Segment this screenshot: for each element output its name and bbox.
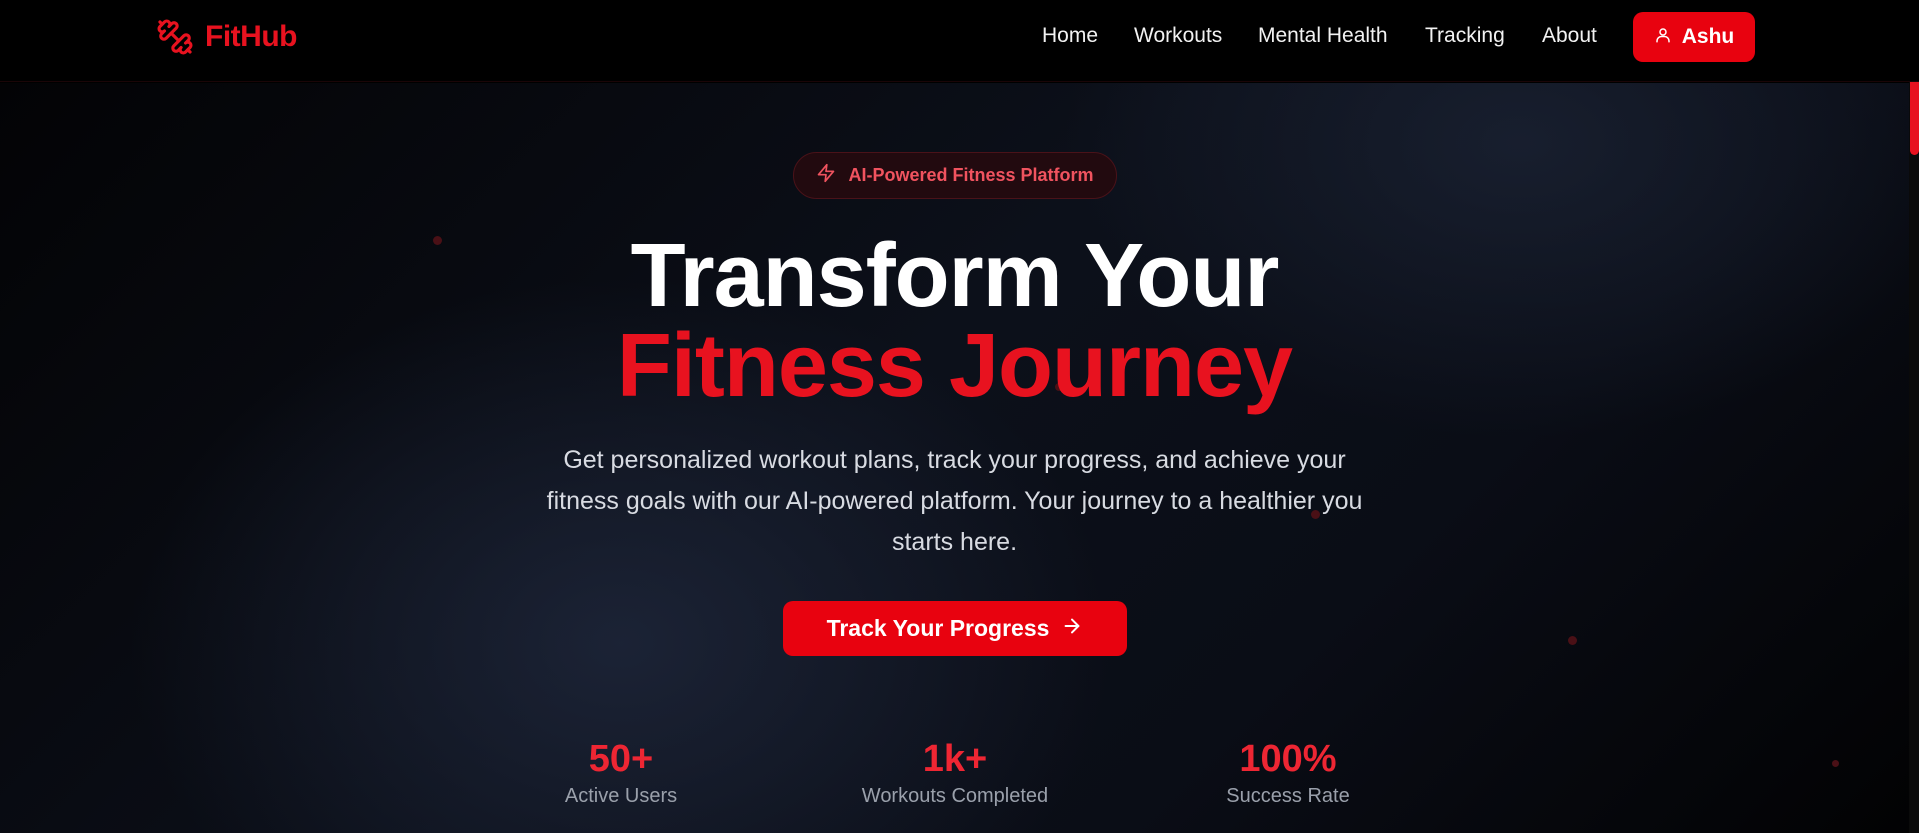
cta-label: Track Your Progress [826, 615, 1050, 641]
arrow-right-icon [1061, 615, 1083, 642]
user-profile-button[interactable]: Ashu [1633, 12, 1755, 62]
decorative-dot [1568, 636, 1577, 645]
platform-badge: AI-Powered Fitness Platform [793, 152, 1117, 199]
logo[interactable]: FitHub [155, 18, 297, 56]
page: FitHub Home Workouts Mental Health Track… [0, 0, 1919, 833]
stat-value: 50+ [588, 738, 654, 780]
stat-label: Active Users [564, 785, 678, 807]
nav-link-mental-health[interactable]: Mental Health [1258, 24, 1388, 48]
user-name: Ashu [1681, 25, 1735, 48]
stat-value: 1k+ [922, 738, 988, 780]
user-icon [1654, 26, 1672, 49]
nav-link-workouts[interactable]: Workouts [1134, 24, 1222, 48]
badge-label: AI-Powered Fitness Platform [848, 165, 1094, 185]
stat-success-rate: 100% Success Rate [1138, 735, 1438, 809]
nav-link-tracking[interactable]: Tracking [1425, 24, 1505, 48]
hero-title-line2: Fitness Journey [616, 316, 1293, 416]
navbar: FitHub Home Workouts Mental Health Track… [0, 0, 1919, 82]
hero-title-line1: Transform Your [630, 226, 1280, 326]
stat-workouts-completed: 1k+ Workouts Completed [805, 735, 1105, 809]
dumbbell-icon [155, 17, 195, 57]
stat-active-users: 50+ Active Users [471, 735, 771, 809]
lightning-icon [816, 163, 836, 188]
stat-value: 100% [1239, 738, 1337, 780]
nav-link-home[interactable]: Home [1042, 24, 1098, 48]
hero-description: Get personalized workout plans, track yo… [546, 446, 1363, 556]
decorative-dot [1832, 760, 1839, 767]
stat-label: Success Rate [1226, 785, 1350, 807]
track-progress-button[interactable]: Track Your Progress [783, 601, 1127, 656]
brand-name: FitHub [205, 20, 297, 53]
stat-label: Workouts Completed [861, 785, 1049, 807]
nav-link-about[interactable]: About [1542, 24, 1597, 48]
